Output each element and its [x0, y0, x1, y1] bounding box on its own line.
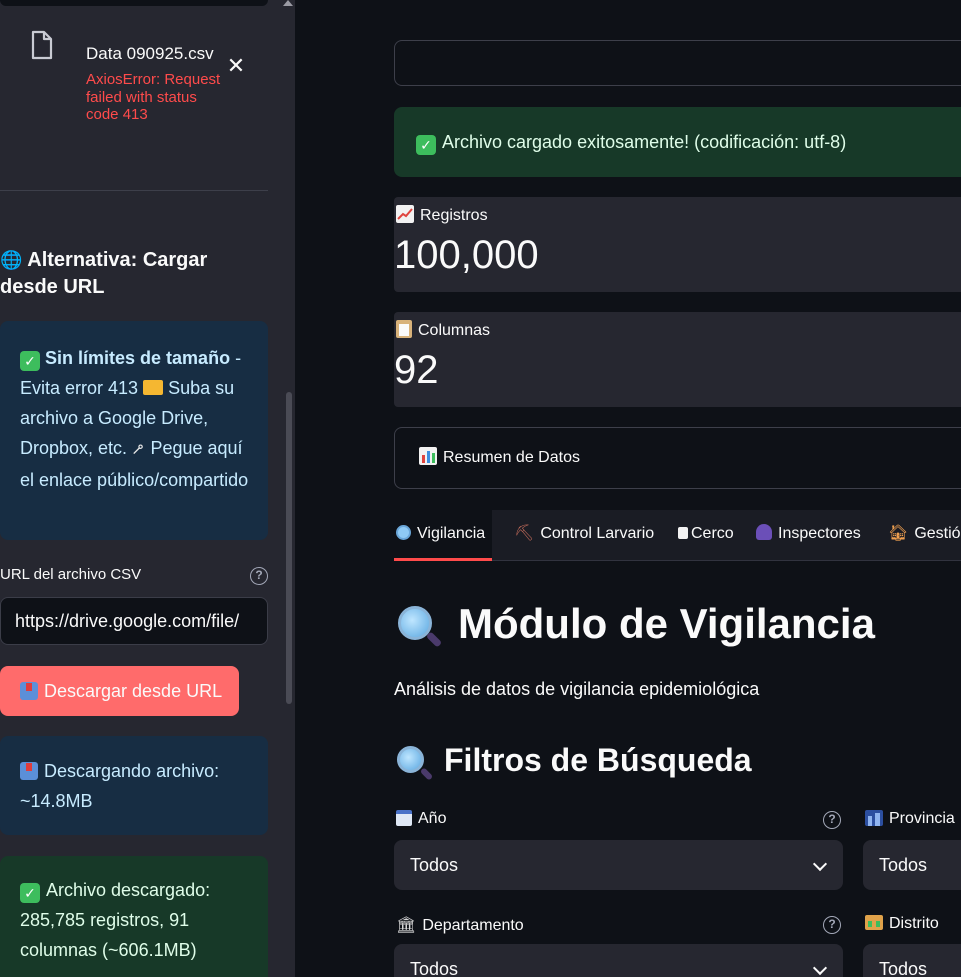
magnifier-icon [394, 602, 444, 652]
chevron-down-icon [812, 960, 828, 976]
tab-inspectores[interactable]: Inspectores [756, 510, 861, 560]
tab-control-larvario[interactable]: ⛏ Control Larvario [514, 510, 654, 560]
filter-select-distrito[interactable]: Todos [863, 944, 961, 977]
info-box: ✓ Sin límites de tamaño - Evita error 41… [0, 321, 268, 540]
download-url-button[interactable]: Descargar desde URL [0, 666, 239, 716]
scroll-up-arrow-icon[interactable] [283, 0, 293, 6]
page-caption: Análisis de datos de vigilancia epidemio… [394, 679, 760, 699]
metric-value: 100,000 [394, 233, 539, 277]
metric-columnas: Columnas 92 [394, 312, 961, 407]
city-night-icon [865, 810, 883, 826]
filter-label-distrito: Distrito [865, 915, 939, 933]
uploaded-file-item: Data 090925.csv AxiosError: Request fail… [0, 20, 268, 130]
filter-select-departamento[interactable]: Todos [394, 944, 843, 977]
tab-cerco[interactable]: Cerco [678, 510, 734, 560]
inbox-tray-icon [20, 762, 38, 780]
folder-icon [143, 380, 164, 395]
summary-expander[interactable]: Resumen de Datos [394, 427, 961, 489]
help-icon[interactable]: ? [823, 916, 841, 934]
info-bold: Sin límites de tamaño [45, 348, 231, 368]
success-alert: ✓ Archivo cargado exitosamente! (codifica… [394, 107, 961, 177]
filter-select-anio[interactable]: Todos [394, 840, 843, 890]
lock-icon [678, 527, 688, 539]
chart-increasing-icon [396, 205, 414, 223]
tab-gestion[interactable]: 🏠︎ Gestió [888, 510, 961, 560]
bar-chart-icon [419, 447, 437, 465]
main-content: ✓ Archivo cargado exitosamente! (codifica… [295, 0, 961, 977]
divider [0, 190, 268, 191]
pick-icon: ⛏ [514, 525, 535, 542]
clipboard-icon [396, 320, 412, 338]
magnifier-icon [396, 525, 411, 540]
person-silhouette-icon [756, 524, 772, 540]
sidebar-scrollbar-thumb[interactable] [286, 392, 292, 704]
metric-registros: Registros 100,000 [394, 197, 961, 292]
metric-value: 92 [394, 348, 439, 392]
inbox-tray-icon [20, 682, 38, 700]
check-icon: ✓ [416, 135, 436, 155]
help-icon[interactable]: ? [250, 567, 268, 585]
url-input[interactable]: https://drive.google.com/file/ [0, 597, 268, 645]
chevron-down-icon [812, 856, 828, 872]
active-tab-indicator [394, 558, 492, 561]
tab-bar: Vigilancia ⛏ Control Larvario Cerco Inspe… [394, 510, 961, 562]
close-icon[interactable]: ✕ [226, 55, 246, 77]
check-icon: ✓ [20, 351, 40, 371]
help-icon[interactable]: ? [823, 811, 841, 829]
metric-label: Columnas [396, 320, 490, 340]
globe-icon: 🌐 [0, 250, 23, 270]
check-icon: ✓ [20, 883, 40, 903]
filter-label-provincia: Provincia [865, 810, 955, 828]
downloading-info: Descargando archivo: ~14.8MB [0, 736, 268, 835]
filter-select-provincia[interactable]: Todos [863, 840, 961, 890]
file-error-message: AxiosError: Request failed with status c… [86, 71, 221, 123]
metric-label: Registros [396, 205, 488, 225]
collapsed-expander[interactable] [394, 40, 961, 86]
filter-label-departamento: 🏛︎ Departamento [396, 917, 524, 934]
uploader-box [0, 0, 268, 6]
house-icon: 🏠︎ [888, 525, 909, 542]
tab-vigilancia[interactable]: Vigilancia [396, 510, 485, 560]
url-field-label: URL del archivo CSV [0, 566, 142, 583]
magnifier-icon [394, 743, 434, 783]
file-icon [31, 30, 53, 60]
alt-url-heading: 🌐 Alternativa: Cargar desde URL [0, 249, 208, 298]
classical-building-icon: 🏛︎ [396, 917, 417, 934]
calendar-icon [396, 810, 412, 826]
sidebar: Data 090925.csv AxiosError: Request fail… [0, 0, 295, 977]
file-name: Data 090925.csv [86, 44, 214, 63]
page-title: Módulo de Vigilancia [394, 600, 875, 652]
filters-heading: Filtros de Búsqueda [394, 742, 752, 783]
filter-label-anio: Año [396, 810, 446, 828]
houses-icon [865, 915, 883, 930]
downloaded-success: ✓ Archivo descargado: 285,785 registros, … [0, 856, 268, 977]
